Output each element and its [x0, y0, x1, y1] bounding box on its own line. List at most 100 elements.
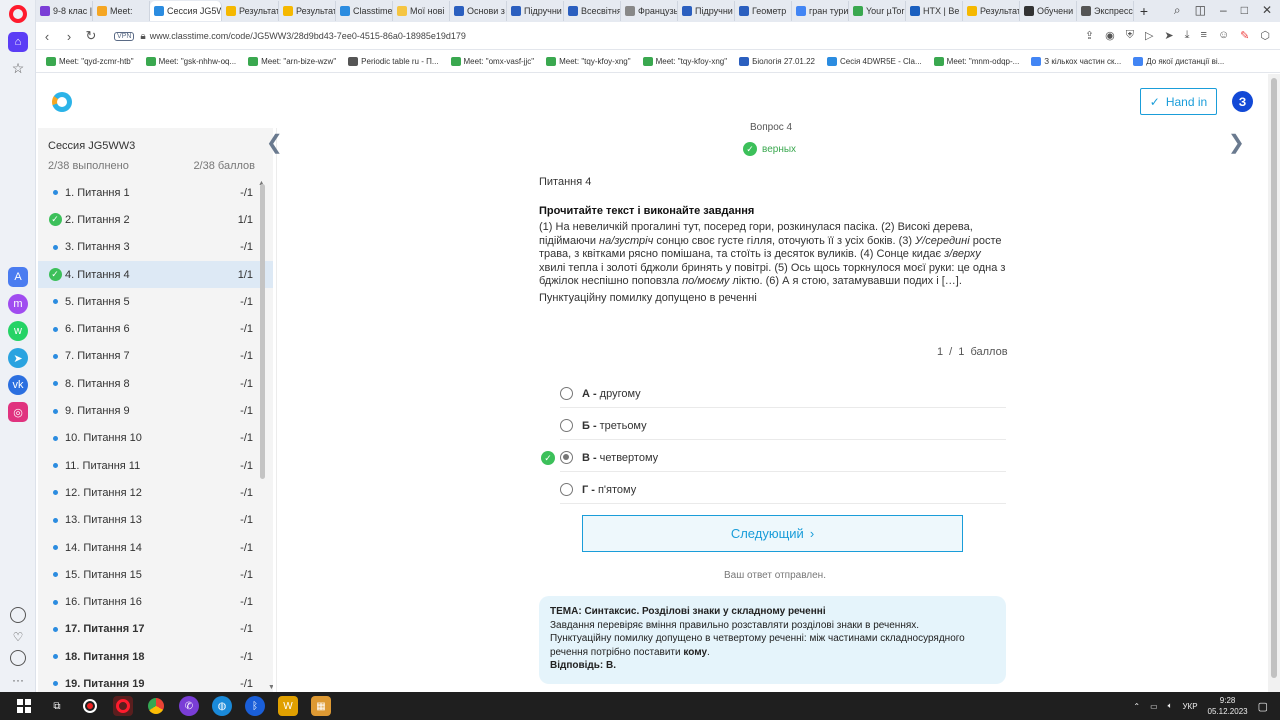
hand-in-button[interactable]: ✓ Hand in — [1140, 88, 1217, 115]
sidebar-question-item[interactable]: 8. Питання 8 -/1 — [38, 370, 273, 397]
messenger-icon[interactable]: m — [8, 294, 28, 314]
browser-tab[interactable]: Основи з — [450, 1, 507, 21]
opera-taskbar-icon[interactable] — [113, 696, 133, 716]
notifications-icon[interactable]: ▢ — [1258, 700, 1268, 713]
answer-option[interactable]: Г - п'ятому — [560, 476, 1006, 504]
next-button[interactable]: Следующий › — [582, 515, 963, 552]
reload-icon[interactable]: ↻ — [80, 28, 102, 44]
player-icon[interactable] — [10, 607, 26, 623]
browser-tab[interactable]: Экспресс — [1077, 1, 1134, 21]
bookmark-item[interactable]: До якої дистанції ві... — [1133, 57, 1224, 66]
sidebar-scrollbar[interactable] — [260, 184, 266, 684]
bookmark-item[interactable]: З кількох частин ск... — [1031, 57, 1121, 66]
share-icon[interactable]: ⇪ — [1085, 29, 1094, 42]
sidebar-question-item[interactable]: 16. Питання 16 -/1 — [38, 588, 273, 615]
bookmark-item[interactable]: Meet: "tqy-kfoy-xng" — [546, 57, 631, 66]
browser-tab[interactable]: Результат — [279, 1, 336, 21]
windows-start-icon[interactable] — [14, 696, 34, 716]
browser-tab[interactable]: Мої нові — [393, 1, 450, 21]
classtime-logo[interactable] — [52, 92, 72, 112]
viber-icon[interactable]: ✆ — [179, 696, 199, 716]
task-view-icon[interactable]: ⧉ — [47, 696, 67, 716]
browser-tab[interactable]: Результат — [963, 1, 1020, 21]
camera-icon[interactable]: ◉ — [1105, 29, 1115, 42]
browser-tab[interactable]: Meet: — [93, 1, 150, 21]
history-icon[interactable] — [10, 650, 26, 666]
language-indicator[interactable]: УКР — [1182, 702, 1197, 711]
url-input[interactable]: www.classtime.com/code/JG5WW3/28d9bd43-7… — [150, 31, 466, 41]
browser-tab[interactable]: Your µTor — [849, 1, 906, 21]
profile-icon[interactable]: ☺ — [1218, 29, 1229, 42]
option-radio[interactable] — [560, 483, 573, 496]
appstore-icon[interactable]: A — [8, 267, 28, 287]
browser-tab[interactable]: Обучени — [1020, 1, 1077, 21]
sidebar-question-item[interactable]: 7. Питання 7 -/1 — [38, 343, 273, 370]
record-icon[interactable] — [80, 696, 100, 716]
lock-icon[interactable]: 🔒︎ — [140, 31, 145, 42]
app-icon[interactable]: ▦ — [311, 696, 331, 716]
vk-icon[interactable]: vk — [8, 375, 28, 395]
sidebar-question-item[interactable]: 14. Питання 14 -/1 — [38, 534, 273, 561]
forward-icon[interactable]: › — [58, 29, 80, 44]
sidebar-question-item[interactable]: 1. Питання 1 -/1 — [38, 179, 273, 206]
winamp-icon[interactable]: W — [278, 696, 298, 716]
browser-tab[interactable]: Сессия JG5WW3 — [150, 1, 222, 21]
browser-tab[interactable]: гран тури — [792, 1, 849, 21]
bookmark-item[interactable]: Periodic table ru - П... — [348, 57, 439, 66]
avatar[interactable]: З — [1232, 91, 1253, 112]
answer-option[interactable]: ✓ В - четвертому — [541, 444, 1006, 472]
bookmark-item[interactable]: Біологія 27.01.22 — [739, 57, 815, 66]
sidebar-question-item[interactable]: 18. Питання 18 -/1 — [38, 643, 273, 670]
bookmark-item[interactable]: Meet: "gsk-nhhw-oq... — [145, 57, 236, 66]
bookmark-item[interactable]: Meet: "omx-vasf-jjc" — [450, 57, 534, 66]
option-radio[interactable] — [560, 451, 573, 464]
search-icon[interactable]: ⌕ — [1174, 3, 1181, 18]
opera-logo-icon[interactable] — [9, 5, 27, 23]
send-icon[interactable]: ➤ — [1164, 29, 1173, 42]
instagram-icon[interactable]: ◎ — [8, 402, 28, 422]
bookmark-item[interactable]: Сесія 4DWR5E - Cla... — [826, 57, 922, 66]
sidebar-question-item[interactable]: 13. Питання 13 -/1 — [38, 507, 273, 534]
sidebar-question-item[interactable]: 10. Питання 10 -/1 — [38, 425, 273, 452]
globe-icon[interactable]: ◍ — [212, 696, 232, 716]
answer-option[interactable]: Б - третьому — [560, 412, 1006, 440]
next-question-icon[interactable]: ❯ — [1228, 130, 1245, 155]
option-radio[interactable] — [560, 419, 573, 432]
browser-tab[interactable]: Французь — [621, 1, 678, 21]
bluetooth-icon[interactable]: ᛒ — [245, 696, 265, 716]
prev-question-icon[interactable]: ❮ — [266, 130, 283, 155]
browser-tab[interactable]: 9-8 клас | — [36, 1, 93, 21]
sidebar-question-item[interactable]: 19. Питання 19 -/1 — [38, 670, 273, 692]
pin-icon[interactable]: ☆ — [8, 58, 28, 78]
scroll-down-icon[interactable]: ▼ — [268, 684, 273, 691]
browser-tab[interactable]: НТХ | Ве — [906, 1, 963, 21]
home-icon[interactable]: ⌂ — [8, 32, 28, 52]
sidebar-question-item[interactable]: 6. Питання 6 -/1 — [38, 315, 273, 342]
bookmark-item[interactable]: Meet: "qyd-zcmr-htb" — [46, 57, 134, 66]
browser-tab[interactable]: Результат — [222, 1, 279, 21]
sidebar-question-item[interactable]: 5. Питання 5 -/1 — [38, 288, 273, 315]
play-icon[interactable]: ▷ — [1145, 29, 1153, 42]
browser-tab[interactable]: Підручни — [678, 1, 735, 21]
menu-icon[interactable]: ≡ — [1201, 29, 1207, 42]
pin-icon[interactable]: ◫ — [1195, 3, 1206, 18]
new-tab-icon[interactable]: + — [1134, 3, 1154, 19]
sidebar-question-item[interactable]: ✓ 4. Питання 4 1/1 — [38, 260, 273, 289]
close-icon[interactable]: ✕ — [1262, 3, 1272, 18]
bookmark-item[interactable]: Meet: "mnm-odqp-... — [933, 57, 1019, 66]
page-scrollbar[interactable] — [1268, 74, 1280, 692]
back-icon[interactable]: ‹ — [36, 29, 58, 44]
sidebar-question-item[interactable]: 3. Питання 3 -/1 — [38, 234, 273, 261]
cube-icon[interactable]: ⬡ — [1260, 29, 1270, 42]
extension-icon[interactable]: ✎ — [1240, 29, 1249, 42]
browser-tab[interactable]: Всесвітня — [564, 1, 621, 21]
whatsapp-icon[interactable]: w — [8, 321, 28, 341]
download-icon[interactable]: ⤓ — [1185, 29, 1190, 42]
heart-icon[interactable]: ♡ — [8, 627, 28, 647]
minimize-icon[interactable]: – — [1220, 3, 1227, 18]
telegram-icon[interactable]: ➤ — [8, 348, 28, 368]
answer-option[interactable]: А - другому — [560, 380, 1006, 408]
sidebar-question-item[interactable]: 17. Питання 17 -/1 — [38, 616, 273, 643]
maximize-icon[interactable]: □ — [1241, 3, 1248, 18]
tray-chevron-icon[interactable]: ⌃ — [1133, 702, 1140, 711]
